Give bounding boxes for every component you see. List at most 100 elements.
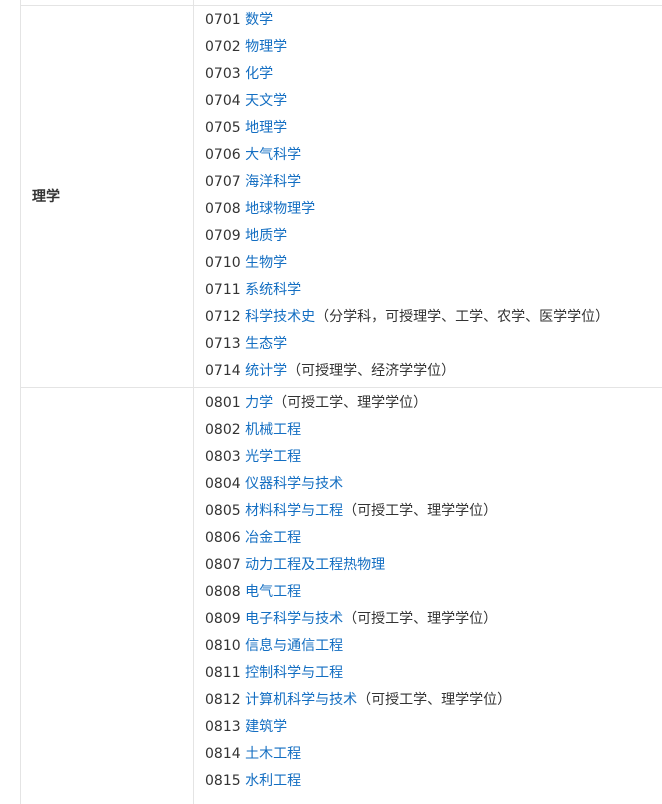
subject-link[interactable]: 电子科学与技术 xyxy=(245,611,343,627)
subject-link[interactable]: 冶金工程 xyxy=(245,530,301,546)
category-label-science: 理学 xyxy=(32,189,60,205)
subject-item: 0809 电子科学与技术（可授工学、理学学位） xyxy=(205,606,511,633)
subject-item: 0708 地球物理学 xyxy=(205,196,609,223)
subject-link[interactable]: 电气工程 xyxy=(245,584,301,600)
subject-link[interactable]: 生态学 xyxy=(245,336,287,352)
subject-code: 0806 xyxy=(205,530,241,546)
subject-item: 0810 信息与通信工程 xyxy=(205,633,511,660)
subject-item: 0702 物理学 xyxy=(205,34,609,61)
subject-item: 0812 计算机科学与技术（可授工学、理学学位） xyxy=(205,687,511,714)
subject-note: （可授理学、经济学学位） xyxy=(287,363,456,379)
subject-code: 0706 xyxy=(205,147,241,163)
row-divider-top xyxy=(20,5,662,6)
subject-item: 0703 化学 xyxy=(205,61,609,88)
subject-code: 0711 xyxy=(205,282,241,298)
subject-code: 0812 xyxy=(205,692,241,708)
subject-item: 0707 海洋科学 xyxy=(205,169,609,196)
subject-item: 0711 系统科学 xyxy=(205,277,609,304)
subject-code: 0708 xyxy=(205,201,241,217)
subject-link[interactable]: 水利工程 xyxy=(245,773,301,789)
subject-link[interactable]: 地质学 xyxy=(245,228,287,244)
subject-link[interactable]: 仪器科学与技术 xyxy=(245,476,343,492)
subject-item: 0802 机械工程 xyxy=(205,417,511,444)
subject-code: 0809 xyxy=(205,611,241,627)
subject-link[interactable]: 计算机科学与技术 xyxy=(245,692,357,708)
subject-item: 0714 统计学（可授理学、经济学学位） xyxy=(205,358,609,385)
subject-link[interactable]: 力学 xyxy=(245,395,273,411)
subject-list-science: 0701 数学 0702 物理学 0703 化学 0704 天文学 0705 地理学 07… xyxy=(205,7,609,385)
subject-item: 0805 材料科学与工程（可授工学、理学学位） xyxy=(205,498,511,525)
subject-item: 0713 生态学 xyxy=(205,331,609,358)
subject-item: 0806 冶金工程 xyxy=(205,525,511,552)
subject-code: 0709 xyxy=(205,228,241,244)
subject-code: 0713 xyxy=(205,336,241,352)
discipline-table: 理学 0701 数学 0702 物理学 0703 化学 0704 天文学 0705 地理… xyxy=(0,0,662,804)
subject-note: （可授工学、理学学位） xyxy=(273,395,428,411)
subject-code: 0714 xyxy=(205,363,241,379)
subject-item: 0804 仪器科学与技术 xyxy=(205,471,511,498)
subject-code: 0804 xyxy=(205,476,241,492)
subject-link[interactable]: 光学工程 xyxy=(245,449,301,465)
subject-link[interactable]: 数学 xyxy=(245,12,273,28)
row-divider-middle xyxy=(20,387,662,388)
subject-item: 0801 力学（可授工学、理学学位） xyxy=(205,390,511,417)
subject-link[interactable]: 机械工程 xyxy=(245,422,301,438)
subject-code: 0815 xyxy=(205,773,241,789)
subject-link[interactable]: 控制科学与工程 xyxy=(245,665,343,681)
subject-item: 0808 电气工程 xyxy=(205,579,511,606)
subject-link[interactable]: 土木工程 xyxy=(245,746,301,762)
subject-link[interactable]: 信息与通信工程 xyxy=(245,638,343,654)
subject-code: 0705 xyxy=(205,120,241,136)
column-divider xyxy=(193,0,194,804)
table-left-border xyxy=(20,0,21,804)
subject-item: 0807 动力工程及工程热物理 xyxy=(205,552,511,579)
subject-code: 0703 xyxy=(205,66,241,82)
subject-link[interactable]: 化学 xyxy=(245,66,273,82)
subject-item: 0814 土木工程 xyxy=(205,741,511,768)
subject-link[interactable]: 地球物理学 xyxy=(245,201,315,217)
subject-code: 0704 xyxy=(205,93,241,109)
subject-note: （可授工学、理学学位） xyxy=(343,611,498,627)
subject-code: 0814 xyxy=(205,746,241,762)
subject-link[interactable]: 科学技术史 xyxy=(245,309,315,325)
subject-note: （分学科，可授理学、工学、农学、医学学位） xyxy=(315,309,610,325)
subject-code: 0801 xyxy=(205,395,241,411)
subject-link[interactable]: 海洋科学 xyxy=(245,174,301,190)
subject-item: 0811 控制科学与工程 xyxy=(205,660,511,687)
subject-item: 0710 生物学 xyxy=(205,250,609,277)
subject-item: 0704 天文学 xyxy=(205,88,609,115)
subject-code: 0805 xyxy=(205,503,241,519)
subject-link[interactable]: 动力工程及工程热物理 xyxy=(245,557,385,573)
subject-link[interactable]: 大气科学 xyxy=(245,147,301,163)
subject-note: （可授工学、理学学位） xyxy=(357,692,512,708)
subject-link[interactable]: 统计学 xyxy=(245,363,287,379)
subject-item: 0712 科学技术史（分学科，可授理学、工学、农学、医学学位） xyxy=(205,304,609,331)
subject-item: 0813 建筑学 xyxy=(205,714,511,741)
subject-link[interactable]: 生物学 xyxy=(245,255,287,271)
subject-note: （可授工学、理学学位） xyxy=(343,503,498,519)
subject-link[interactable]: 建筑学 xyxy=(245,719,287,735)
subject-code: 0813 xyxy=(205,719,241,735)
subject-item: 0709 地质学 xyxy=(205,223,609,250)
subject-item: 0701 数学 xyxy=(205,7,609,34)
subject-link[interactable]: 材料科学与工程 xyxy=(245,503,343,519)
subject-code: 0710 xyxy=(205,255,241,271)
subject-link[interactable]: 地理学 xyxy=(245,120,287,136)
subject-code: 0810 xyxy=(205,638,241,654)
subject-link[interactable]: 天文学 xyxy=(245,93,287,109)
subject-item: 0803 光学工程 xyxy=(205,444,511,471)
subject-code: 0701 xyxy=(205,12,241,28)
subject-item: 0815 水利工程 xyxy=(205,768,511,795)
subject-code: 0807 xyxy=(205,557,241,573)
subject-code: 0808 xyxy=(205,584,241,600)
subject-code: 0803 xyxy=(205,449,241,465)
subject-code: 0802 xyxy=(205,422,241,438)
subject-link[interactable]: 物理学 xyxy=(245,39,287,55)
subject-code: 0707 xyxy=(205,174,241,190)
subject-item: 0706 大气科学 xyxy=(205,142,609,169)
subject-link[interactable]: 系统科学 xyxy=(245,282,301,298)
subject-code: 0702 xyxy=(205,39,241,55)
subject-code: 0811 xyxy=(205,665,241,681)
subject-code: 0712 xyxy=(205,309,241,325)
subject-item: 0705 地理学 xyxy=(205,115,609,142)
